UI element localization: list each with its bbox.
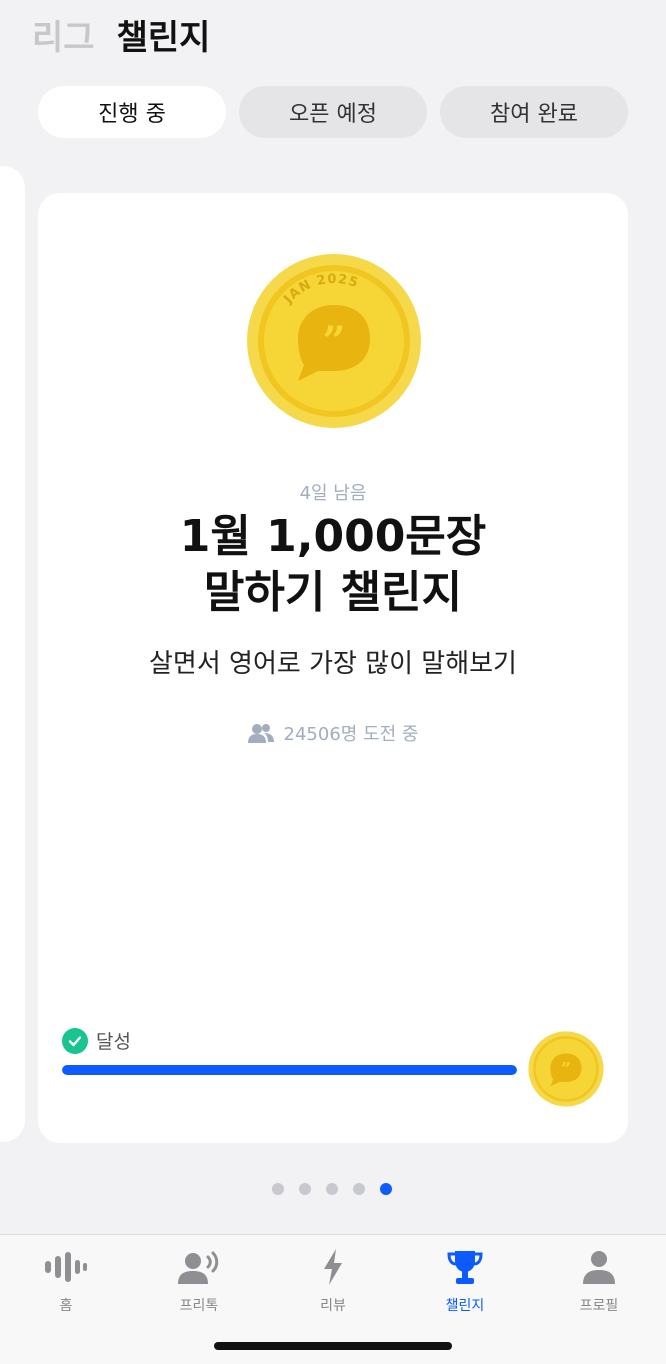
filter-completed[interactable]: 참여 완료 — [440, 86, 628, 138]
carousel-pager — [272, 1183, 392, 1195]
nav-review[interactable]: 리뷰 — [273, 1245, 393, 1315]
challenge-card[interactable]: JAN 2025 ” 4일 남음 1월 1,000문장 말하기 챌린지 살면서 … — [38, 193, 628, 1143]
challenge-title: 1월 1,000문장 말하기 챌린지 — [38, 509, 628, 621]
challenge-title-line2: 말하기 챌린지 — [203, 567, 463, 618]
participant-count: 24506명 도전 중 — [38, 720, 628, 746]
tab-league[interactable]: 리그 — [32, 10, 95, 59]
challenge-progress-bar — [62, 1065, 517, 1075]
achievement-status: 달성 — [62, 1027, 131, 1054]
nav-freetalk-label: 프리톡 — [179, 1298, 219, 1314]
participant-count-label: 24506명 도전 중 — [283, 724, 419, 745]
check-circle-icon — [62, 1027, 88, 1054]
challenge-description: 살면서 영어로 가장 많이 말해보기 — [149, 649, 517, 679]
nav-profile-label: 프로필 — [579, 1298, 619, 1314]
challenge-screen: 리그 챌린지 진행 중 오픈 예정 참여 완료 JAN 2025 ” 4일 남음… — [0, 0, 666, 1364]
previous-challenge-card[interactable] — [0, 166, 25, 1142]
challenge-title-line1: 1월 1,000문장 — [179, 511, 487, 562]
days-left: 4일 남음 — [299, 483, 367, 504]
pager-dot[interactable] — [353, 1183, 365, 1195]
top-tabs: 리그 챌린지 — [32, 10, 210, 59]
speaker-person-icon — [177, 1245, 221, 1289]
progress-fill — [62, 1065, 517, 1075]
pager-dot[interactable] — [299, 1183, 311, 1195]
people-icon — [247, 724, 274, 743]
pager-dot[interactable] — [272, 1183, 284, 1195]
pager-dot-active[interactable] — [380, 1183, 392, 1195]
tab-challenge[interactable]: 챌린지 — [117, 10, 211, 59]
nav-home-label: 홈 — [59, 1298, 73, 1314]
nav-challenge[interactable]: 챌린지 — [405, 1245, 525, 1315]
lightning-icon — [311, 1245, 355, 1289]
nav-challenge-label: 챌린지 — [445, 1298, 485, 1314]
nav-home[interactable]: 홈 — [6, 1245, 126, 1315]
pager-dot[interactable] — [326, 1183, 338, 1195]
svg-text:”: ” — [561, 1060, 571, 1080]
achievement-label: 달성 — [96, 1031, 131, 1053]
nav-profile[interactable]: 프로필 — [539, 1245, 659, 1315]
voice-wave-icon — [44, 1245, 88, 1289]
status-filters: 진행 중 오픈 예정 참여 완료 — [38, 86, 628, 138]
nav-review-label: 리뷰 — [320, 1298, 346, 1314]
person-icon — [577, 1245, 621, 1289]
nav-freetalk[interactable]: 프리톡 — [139, 1245, 259, 1315]
home-indicator[interactable] — [214, 1342, 452, 1350]
trophy-icon — [443, 1245, 487, 1289]
filter-upcoming[interactable]: 오픈 예정 — [239, 86, 427, 138]
challenge-coin-icon: JAN 2025 ” — [247, 254, 421, 428]
filter-in-progress[interactable]: 진행 중 — [38, 86, 226, 138]
svg-text:”: ” — [322, 318, 345, 365]
reward-coin-icon: ” — [528, 1031, 604, 1107]
